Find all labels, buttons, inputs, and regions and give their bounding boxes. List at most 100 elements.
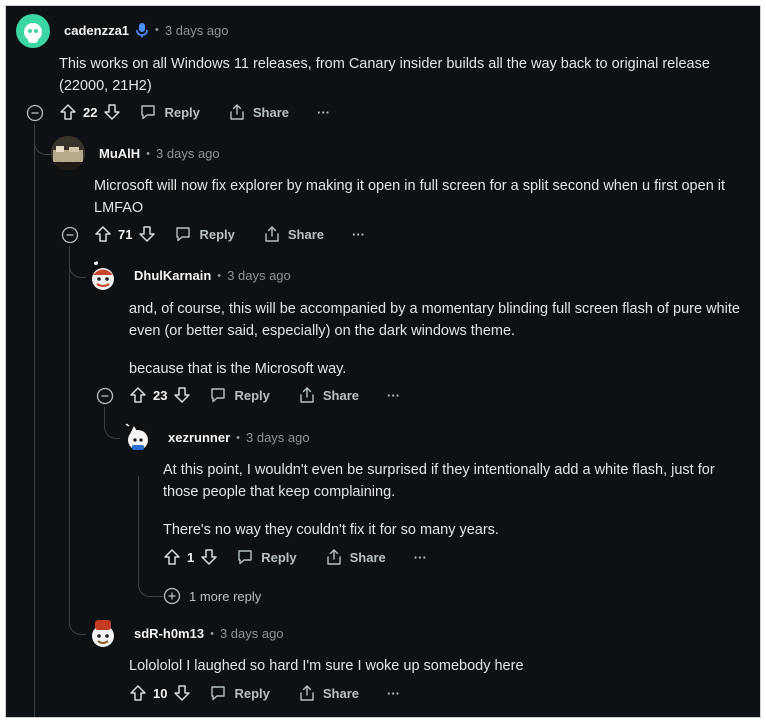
reply-button[interactable]: Reply <box>139 103 200 121</box>
share-label: Share <box>322 685 360 701</box>
comment-header: xezrunner • 3 days ago <box>168 430 310 445</box>
upvote-icon[interactable] <box>94 225 112 243</box>
comment-body: and, of course, this will be accompanied… <box>129 298 740 380</box>
avatar[interactable] <box>51 136 85 170</box>
username[interactable]: sdR-h0m13 <box>134 626 204 641</box>
downvote-icon[interactable] <box>103 103 121 121</box>
reply-button[interactable]: Reply <box>209 684 270 702</box>
timestamp[interactable]: 3 days ago <box>165 23 229 38</box>
comment-header: DhulKarnain • 3 days ago <box>134 268 291 283</box>
share-button[interactable]: Share <box>263 225 324 243</box>
more-options-button[interactable]: ··· <box>317 105 330 120</box>
reply-label: Reply <box>234 387 270 403</box>
share-icon <box>298 386 316 404</box>
reply-label: Reply <box>164 104 200 120</box>
reply-icon <box>209 684 227 702</box>
upvote-icon[interactable] <box>59 103 77 121</box>
username[interactable]: cadenzza1 <box>64 23 129 38</box>
more-options-button[interactable]: ··· <box>352 227 365 242</box>
downvote-icon[interactable] <box>138 225 156 243</box>
thread-line-xez <box>138 476 139 584</box>
vote-count: 71 <box>118 226 133 242</box>
separator: • <box>236 431 240 444</box>
downvote-icon[interactable] <box>173 684 191 702</box>
comment-actions: 1 Reply Share ··· <box>163 548 427 566</box>
reply-icon <box>236 548 254 566</box>
expand-icon <box>163 587 181 605</box>
comment-thread: cadenzza1 • 3 days ago This works on all… <box>6 6 760 717</box>
share-icon <box>263 225 281 243</box>
vote-group: 10 <box>129 684 191 702</box>
vote-count: 23 <box>153 387 168 403</box>
more-options-button[interactable]: ··· <box>387 388 400 403</box>
reply-icon <box>209 386 227 404</box>
vote-group: 71 <box>94 225 156 243</box>
share-icon <box>325 548 343 566</box>
timestamp[interactable]: 3 days ago <box>220 626 284 641</box>
comment-text-line: those people that keep complaining. <box>163 484 396 500</box>
downvote-icon[interactable] <box>173 386 191 404</box>
avatar[interactable] <box>86 260 120 294</box>
timestamp[interactable]: 3 days ago <box>227 268 291 283</box>
microphone-icon <box>135 22 149 38</box>
reply-button[interactable]: Reply <box>209 386 270 404</box>
vote-group: 23 <box>129 386 191 404</box>
timestamp[interactable]: 3 days ago <box>156 146 220 161</box>
comment-text-line: This works on all Windows 11 releases, f… <box>59 56 710 72</box>
comment-text-line: because that is the Microsoft way. <box>129 361 347 377</box>
comment-body: This works on all Windows 11 releases, f… <box>59 53 710 97</box>
separator: • <box>146 147 151 160</box>
reply-button[interactable]: Reply <box>236 548 297 566</box>
separator: • <box>210 627 214 640</box>
reply-label: Reply <box>261 549 297 565</box>
vote-count: 1 <box>187 549 195 565</box>
vote-group: 1 <box>163 548 218 566</box>
avatar[interactable] <box>86 616 120 650</box>
comment-actions: 22 Reply Share ··· <box>59 103 330 121</box>
reply-button[interactable]: Reply <box>174 225 235 243</box>
share-button[interactable]: Share <box>298 684 359 702</box>
separator: • <box>217 269 222 282</box>
comment-text-line: Lolololol I laughed so hard I'm sure I w… <box>129 658 524 674</box>
comment-text-line: At this point, I wouldn't even be surpri… <box>163 462 715 478</box>
thread-line-mualh[interactable] <box>69 246 70 626</box>
collapse-icon[interactable] <box>96 387 114 405</box>
share-button[interactable]: Share <box>228 103 289 121</box>
username[interactable]: MuAlH <box>99 146 140 161</box>
comment-actions: 71 Reply Share ··· <box>94 225 365 243</box>
comment-actions: 10 Reply Share ··· <box>129 684 400 702</box>
username[interactable]: DhulKarnain <box>134 268 211 283</box>
reply-label: Reply <box>199 226 235 242</box>
comment-text-line: Microsoft will now fix explorer by makin… <box>94 178 726 194</box>
comment-header: MuAlH • 3 days ago <box>99 146 220 161</box>
vote-count: 10 <box>153 685 168 701</box>
avatar[interactable] <box>120 420 154 454</box>
comment-body: At this point, I wouldn't even be surpri… <box>163 459 715 541</box>
thread-line-root[interactable] <box>34 124 35 717</box>
share-button[interactable]: Share <box>298 386 359 404</box>
collapse-icon[interactable] <box>61 226 79 244</box>
share-label: Share <box>287 226 325 242</box>
share-icon <box>298 684 316 702</box>
upvote-icon[interactable] <box>129 386 147 404</box>
username[interactable]: xezrunner <box>168 430 230 445</box>
upvote-icon[interactable] <box>163 548 181 566</box>
vote-count: 22 <box>83 104 98 120</box>
reply-icon <box>174 225 192 243</box>
more-options-button[interactable]: ··· <box>414 550 427 565</box>
share-label: Share <box>322 387 360 403</box>
timestamp[interactable]: 3 days ago <box>246 430 310 445</box>
more-replies-link[interactable]: 1 more reply <box>163 587 261 605</box>
share-button[interactable]: Share <box>325 548 386 566</box>
avatar[interactable] <box>16 14 50 48</box>
upvote-icon[interactable] <box>129 684 147 702</box>
comment-body: Microsoft will now fix explorer by makin… <box>94 175 725 219</box>
downvote-icon[interactable] <box>200 548 218 566</box>
comment-text-line: (22000, 21H2) <box>59 78 152 94</box>
more-options-button[interactable]: ··· <box>387 686 400 701</box>
collapse-icon[interactable] <box>26 104 44 122</box>
vote-group: 22 <box>59 103 121 121</box>
comment-text-line: even (or better said, especially) on the… <box>129 323 516 339</box>
reply-label: Reply <box>234 685 270 701</box>
comment-body: Lolololol I laughed so hard I'm sure I w… <box>129 655 524 677</box>
